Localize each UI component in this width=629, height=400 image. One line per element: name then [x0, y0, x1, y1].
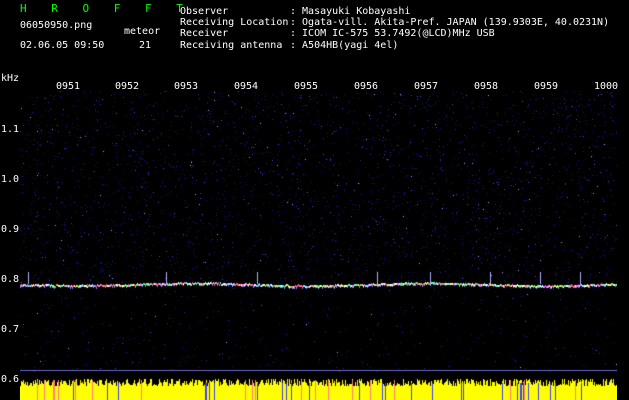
antenna-value: : A504HB(yagi 4el) — [290, 40, 399, 51]
freq-tick-1-1: 1.1 — [1, 124, 20, 135]
freq-tick-0-9: 0.9 — [1, 224, 20, 235]
time-tick-0959: 0959 — [534, 81, 559, 92]
location-label: Receiving Location — [180, 17, 289, 28]
receiver-value: : ICOM IC-575 53.7492(@LCD)MHz USB — [290, 28, 495, 39]
time-tick-1000: 1000 — [594, 81, 619, 92]
program-title: H R O F F T — [20, 2, 192, 15]
freq-tick-0-6: 0.6 — [1, 374, 20, 385]
observer-label: Observer — [180, 6, 229, 17]
time-tick-0956: 0956 — [354, 81, 379, 92]
freq-tick-1-0: 1.0 — [1, 174, 20, 185]
datetime: 02.06.05 09:50 — [20, 40, 105, 51]
time-tick-0955: 0955 — [294, 81, 319, 92]
receiver-label: Receiver — [180, 28, 229, 39]
filename: 06050950.png — [20, 20, 93, 31]
time-tick-0958: 0958 — [474, 81, 499, 92]
time-tick-0954: 0954 — [234, 81, 259, 92]
meteor-count: 21 — [139, 40, 152, 51]
time-tick-0957: 0957 — [414, 81, 439, 92]
meteor-label: meteor — [124, 26, 161, 37]
spectrogram-canvas — [20, 91, 617, 400]
time-tick-0952: 0952 — [115, 81, 140, 92]
freq-tick-0-7: 0.7 — [1, 324, 20, 335]
observer-value: : Masayuki Kobayashi — [290, 6, 411, 17]
axis-unit-label: kHz — [1, 73, 20, 84]
time-tick-0951: 0951 — [56, 81, 81, 92]
time-tick-0953: 0953 — [174, 81, 199, 92]
freq-tick-0-8: 0.8 — [1, 274, 20, 285]
location-value: : Ogata-vill. Akita-Pref. JAPAN (139.930… — [290, 17, 610, 28]
antenna-label: Receiving antenna — [180, 40, 283, 51]
